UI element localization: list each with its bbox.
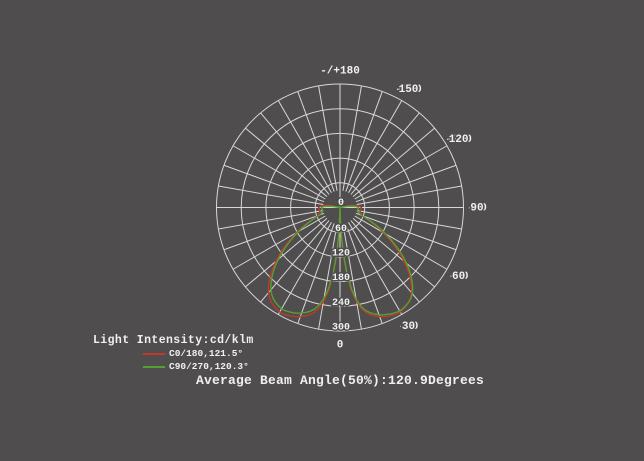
legend-swatch-line [143,366,165,368]
legend-item-label: C0/180,121.5° [169,347,243,360]
radial-tick-label: 300 [332,323,350,334]
radial-tick-label: 240 [332,298,350,309]
legend-swatch-line [143,353,165,355]
angle-tick-label: 150 [399,84,419,96]
legend-item-label: C90/270,120.3° [169,360,249,373]
angle-tick-label: 30 [402,321,415,333]
angle-tick-label: 0 [337,339,344,351]
angle-tick-label: 90 [470,202,483,214]
legend-title: Light Intensity:cd/klm [93,334,254,347]
radial-tick-label: 60 [335,224,347,235]
radial-tick-label: 0 [338,198,344,209]
polar-chart: -/+180-150-120-90-60-3003060901201500601… [0,0,644,461]
legend-item: C0/180,121.5° [143,347,254,360]
angle-tick-label: 60 [452,271,465,283]
angle-tick-label: 120 [449,134,469,146]
angle-tick-label: -/+180 [320,65,360,77]
radial-tick-label: 120 [332,249,350,260]
radial-tick-label: 180 [332,273,350,284]
legend-item: C90/270,120.3° [143,360,254,373]
legend-items: C0/180,121.5°C90/270,120.3° [93,347,254,373]
average-beam-angle-label: Average Beam Angle(50%):120.9Degrees [196,373,484,388]
photometric-report-canvas: -/+180-150-120-90-60-3003060901201500601… [0,0,644,461]
legend: Light Intensity:cd/klm C0/180,121.5°C90/… [93,334,254,373]
